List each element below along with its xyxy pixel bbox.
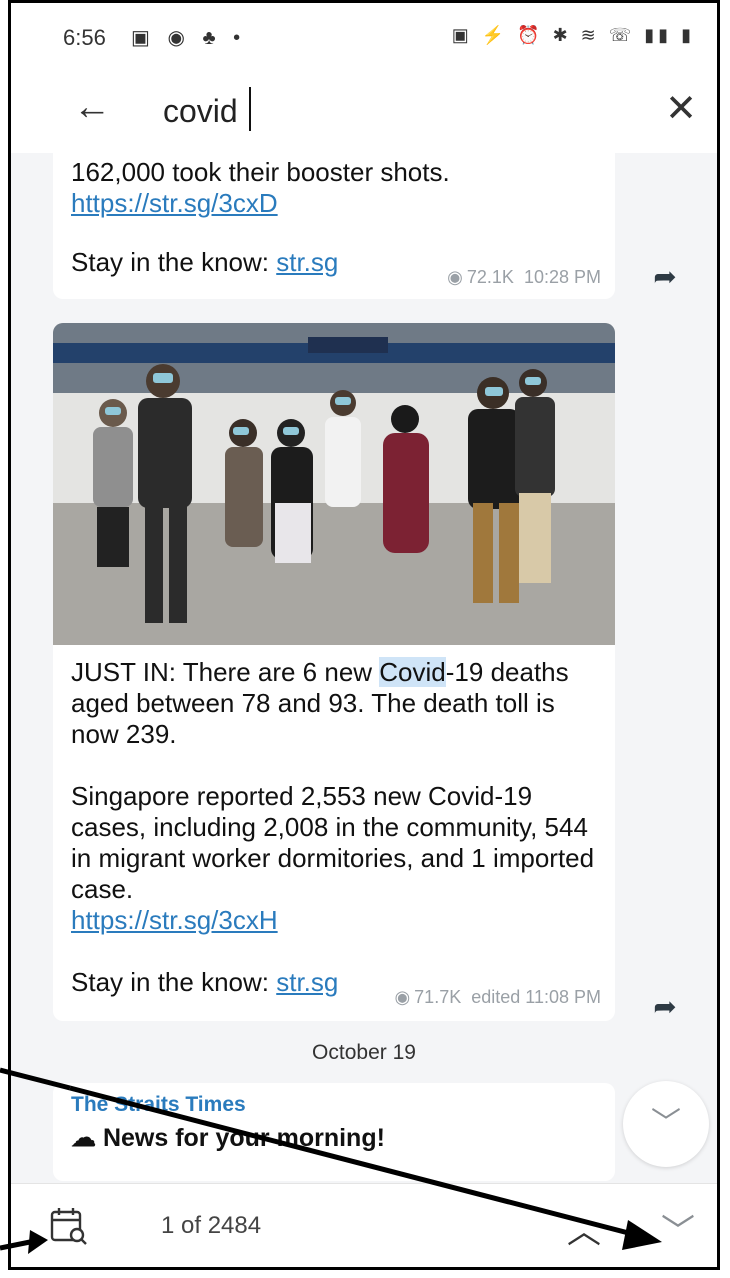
channel-name: The Straits Times <box>71 1093 246 1116</box>
search-navigation-bar: 1 of 2484 ︿ ﹀ <box>11 1183 717 1267</box>
message-text: 162,000 took their booster shots. <box>71 157 450 187</box>
news-photo[interactable] <box>53 323 615 645</box>
eye-icon: ◉ <box>394 987 411 1007</box>
search-bar: ← ✕ <box>11 65 717 154</box>
stay-link[interactable]: str.sg <box>276 247 338 277</box>
chevron-up-icon[interactable]: ︿ <box>567 1204 601 1253</box>
message-meta: ◉ 72.1K 10:28 PM <box>447 267 601 288</box>
message-time: 10:28 PM <box>523 267 601 287</box>
notification-icons: ▣ ◉ ♣ • <box>131 27 247 49</box>
search-highlight: Covid <box>379 657 446 687</box>
date-separator: October 19 <box>312 1041 416 1064</box>
message-link[interactable]: https://str.sg/3cxD <box>71 188 278 218</box>
message-meta: ◉ 71.7K edited 11:08 PM <box>394 987 601 1008</box>
calendar-search-icon[interactable] <box>49 1206 89 1246</box>
preview-text: News for your morning! <box>102 1124 385 1152</box>
message-paragraph-1: JUST IN: There are 6 new Covid-19 deaths… <box>71 657 569 749</box>
eye-icon: ◉ <box>447 267 463 287</box>
result-counter: 1 of 2484 <box>161 1212 262 1239</box>
system-icons: ▣ ⚡ ⏰ ✱ ≋ ☏ ▮▮ ▮ <box>451 25 695 45</box>
message-bubble: 162,000 took their booster shots. https:… <box>53 153 615 299</box>
weather-icon: ☁ <box>71 1124 96 1152</box>
message-paragraph-2: Singapore reported 2,553 new Covid-19 ca… <box>71 781 595 904</box>
stay-link[interactable]: str.sg <box>276 967 338 997</box>
view-count: 71.7K <box>414 987 462 1007</box>
arrow-left-icon[interactable]: ← <box>73 83 111 131</box>
stay-prefix: Stay in the know: <box>71 967 277 997</box>
view-count: 72.1K <box>466 267 514 287</box>
message-body: JUST IN: There are 6 new Covid-19 deaths… <box>71 657 601 998</box>
message-list[interactable]: 162,000 took their booster shots. https:… <box>11 153 717 1183</box>
share-icon[interactable]: ➦ <box>647 259 683 295</box>
message-time: edited 11:08 PM <box>471 987 601 1007</box>
scroll-down-button[interactable]: ﹀ <box>623 1081 709 1167</box>
phone-screen: 6:56 ▣ ◉ ♣ • ▣ ⚡ ⏰ ✱ ≋ ☏ ▮▮ ▮ ← ✕ 162,00… <box>8 0 720 1270</box>
status-time: 6:56 <box>63 25 106 50</box>
status-bar: 6:56 ▣ ◉ ♣ • ▣ ⚡ ⏰ ✱ ≋ ☏ ▮▮ ▮ <box>11 3 717 65</box>
message-link[interactable]: https://str.sg/3cxH <box>71 905 278 935</box>
text-cursor <box>249 87 251 131</box>
share-icon[interactable]: ➦ <box>647 989 683 1025</box>
message-bubble: JUST IN: There are 6 new Covid-19 deaths… <box>53 323 615 1021</box>
close-icon[interactable]: ✕ <box>665 85 697 133</box>
message-preview[interactable]: The Straits Times ☁ News for your mornin… <box>53 1083 615 1181</box>
chevron-down-icon[interactable]: ﹀ <box>661 1204 695 1253</box>
search-input[interactable] <box>163 89 563 133</box>
stay-prefix: Stay in the know: <box>71 247 277 277</box>
